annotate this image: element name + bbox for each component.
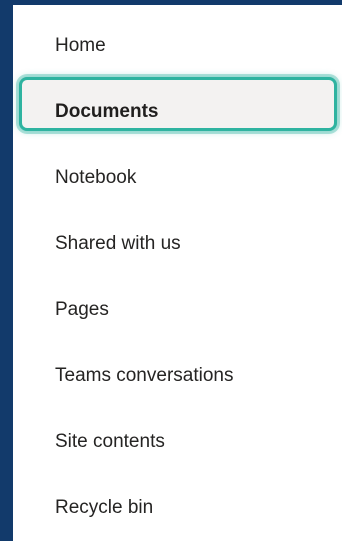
nav-item-pages[interactable]: Pages <box>13 277 342 343</box>
nav-item-label: Recycle bin <box>55 497 154 518</box>
nav-item-label: Teams conversations <box>55 365 234 386</box>
nav-item-home[interactable]: Home <box>13 13 342 79</box>
nav-item-documents[interactable]: Documents <box>13 79 342 145</box>
nav-item-notebook[interactable]: Notebook <box>13 145 342 211</box>
nav-item-label: Home <box>55 35 106 56</box>
nav-item-teams-conversations[interactable]: Teams conversations <box>13 343 342 409</box>
site-navigation: Home Documents Notebook Shared with us P… <box>13 5 342 541</box>
nav-item-recycle-bin[interactable]: Recycle bin <box>13 475 342 541</box>
nav-item-label: Site contents <box>55 431 165 452</box>
left-frame-strip <box>0 0 13 541</box>
nav-item-shared-with-us[interactable]: Shared with us <box>13 211 342 277</box>
nav-item-label: Shared with us <box>55 233 181 254</box>
nav-item-site-contents[interactable]: Site contents <box>13 409 342 475</box>
nav-item-label: Pages <box>55 299 109 320</box>
nav-item-label: Notebook <box>55 167 137 188</box>
nav-item-label: Documents <box>55 101 159 122</box>
